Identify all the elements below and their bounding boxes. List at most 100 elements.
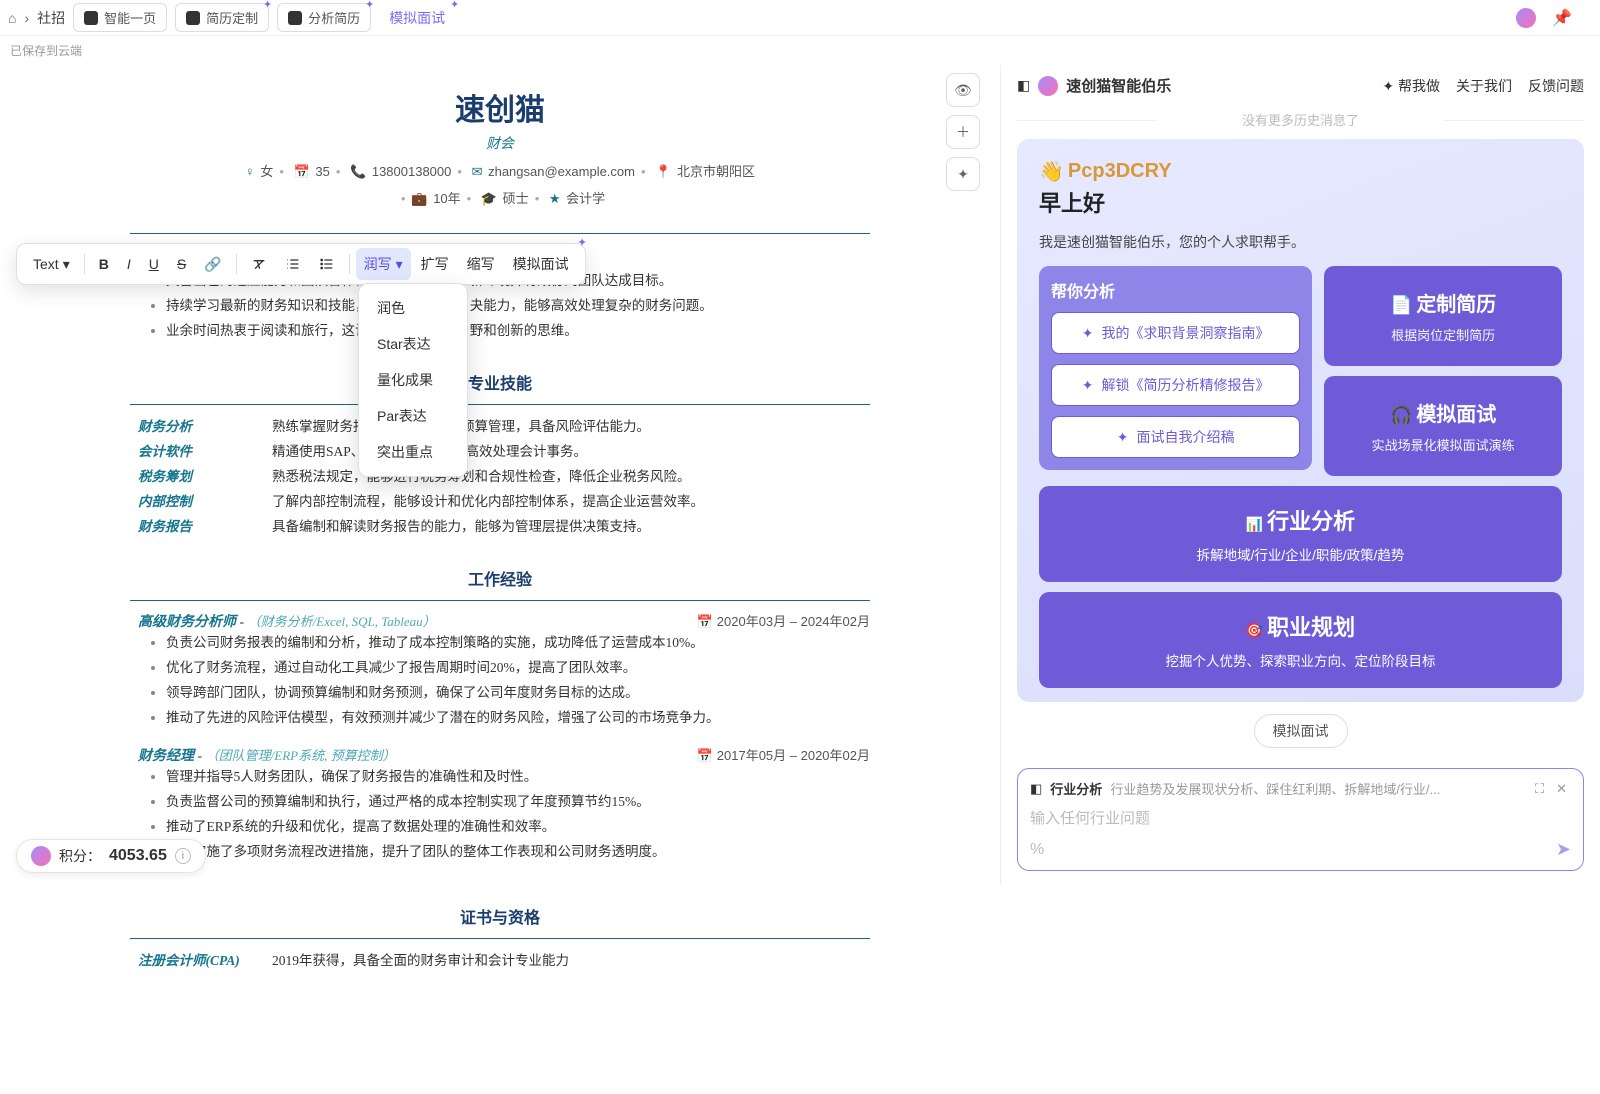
side-panel: ◧ 速创猫智能伯乐 ✦ 帮我做 关于我们 反馈问题 没有更多历史消息了 👋Pcp… xyxy=(1000,65,1600,885)
job-bullets[interactable]: 管理并指导5人财务团队，确保了财务报告的准确性和及时性。负责监督公司的预算编制和… xyxy=(130,765,870,865)
editor-column: 👁 ＋ ✦ 速创猫 财会 ♀ 女• 📅 35• 📞 13800138000• ✉… xyxy=(0,65,1000,885)
strike-button[interactable]: S xyxy=(169,250,194,278)
tab-smart-page[interactable]: 智能一页 xyxy=(73,3,167,32)
chevron-down-icon: ▾ xyxy=(396,256,403,273)
runxie-button[interactable]: 润写 ▾✦ xyxy=(356,248,411,280)
feedback-link[interactable]: 反馈问题 xyxy=(1528,76,1584,96)
greeting-subtitle: 我是速创猫智能伯乐，您的个人求职帮手。 xyxy=(1039,232,1562,252)
help-link[interactable]: ✦ 帮我做 xyxy=(1382,76,1440,96)
dropdown-item[interactable]: 突出重点 xyxy=(359,434,467,470)
suoxie-button[interactable]: 缩写 xyxy=(459,248,503,280)
phone-icon: 📞 xyxy=(350,164,366,179)
section-cert-title: 证书与资格 xyxy=(130,904,870,928)
kuoxie-button[interactable]: 扩写 xyxy=(413,248,457,280)
add-button[interactable]: ＋ xyxy=(946,115,980,149)
save-status: 已保存到云端 xyxy=(0,36,1600,65)
tab-custom-resume[interactable]: 简历定制✦ xyxy=(175,3,269,32)
skill-name: 财务分析 xyxy=(138,415,248,440)
panel-title: 速创猫智能伯乐 xyxy=(1066,75,1171,96)
chat-input[interactable] xyxy=(1030,806,1571,831)
link-button[interactable]: 🔗 xyxy=(196,250,229,279)
section-work-title: 工作经验 xyxy=(130,566,870,590)
breadcrumb-item[interactable]: 社招 xyxy=(37,8,65,28)
points-label: 积分： xyxy=(59,846,101,866)
close-icon[interactable]: ✕ xyxy=(1552,781,1571,797)
about-link[interactable]: 关于我们 xyxy=(1456,76,1512,96)
tag-icon: ◧ xyxy=(1030,781,1042,797)
preview-button[interactable]: 👁 xyxy=(946,73,980,107)
points-bar[interactable]: 积分： 4053.65 i xyxy=(16,839,206,873)
clear-format-button[interactable] xyxy=(243,250,275,278)
sparkle-icon: ✦ xyxy=(365,0,374,11)
skill-name: 内部控制 xyxy=(138,490,248,515)
job-header[interactable]: 高级财务分析师 - （财务分析/Excel, SQL, Tableau）📅202… xyxy=(138,611,870,631)
skill-row[interactable]: 财务报告具备编制和解读财务报告的能力，能够为管理层提供决策支持。 xyxy=(138,515,870,540)
history-hint: 没有更多历史消息了 xyxy=(1017,110,1584,129)
bullet-list-button[interactable] xyxy=(311,250,343,278)
floating-toolbar: Text ▾ B I U S 🔗 润写 ▾✦ 扩写 缩写 模拟面试✦ xyxy=(16,243,586,285)
industry-analysis-card[interactable]: 📊 行业分析 拆解地域/行业/企业/职能/政策/趋势 xyxy=(1039,486,1562,582)
job-bullet: 推动了ERP系统的升级和优化，提高了数据处理的准确性和效率。 xyxy=(166,815,870,840)
email-icon: ✉ xyxy=(472,164,483,179)
target-icon: 🎯 xyxy=(1246,622,1263,638)
resume-icon: 📄 xyxy=(1390,295,1412,315)
home-icon[interactable]: ⌂ xyxy=(8,10,16,26)
avatar-icon[interactable] xyxy=(1516,8,1536,28)
dropdown-item[interactable]: 量化成果 xyxy=(359,362,467,398)
star-icon: ★ xyxy=(549,191,561,206)
calendar-icon: 📅 xyxy=(697,614,713,629)
analyze-btn-2[interactable]: ✦ 解锁《简历分析精修报告》 xyxy=(1051,364,1300,406)
sparkle-icon: ✦ xyxy=(450,0,459,11)
mock-interview-button[interactable]: 模拟面试✦ xyxy=(505,248,577,280)
skill-row[interactable]: 内部控制了解内部控制流程，能够设计和优化内部控制体系，提高企业运营效率。 xyxy=(138,490,870,515)
bold-button[interactable]: B xyxy=(91,250,117,278)
ai-button[interactable]: ✦ xyxy=(946,157,980,191)
analyze-btn-1[interactable]: ✦ 我的《求职背景洞察指南》 xyxy=(1051,312,1300,354)
skill-name: 会计软件 xyxy=(138,440,248,465)
skill-name: 财务报告 xyxy=(138,515,248,540)
calendar-icon: 📅 xyxy=(697,748,713,763)
job-bullet: 成功实施了多项财务流程改进措施，提升了团队的整体工作表现和公司财务透明度。 xyxy=(166,840,870,865)
brand-logo-icon xyxy=(1038,76,1058,96)
skill-row[interactable]: 税务筹划熟悉税法规定，能够进行税务筹划和合规性检查，降低企业税务风险。 xyxy=(138,465,870,490)
italic-button[interactable]: I xyxy=(119,250,139,278)
career-planning-card[interactable]: 🎯 职业规划 挖掘个人优势、探索职业方向、定位阶段目标 xyxy=(1039,592,1562,688)
headset-icon: 🎧 xyxy=(1390,405,1412,425)
mock-interview-card[interactable]: 🎧 模拟面试 实战场景化模拟面试演练 xyxy=(1324,376,1562,476)
text-format-button[interactable]: Text ▾ xyxy=(25,250,78,279)
dropdown-item[interactable]: Par表达 xyxy=(359,398,467,434)
ordered-list-button[interactable] xyxy=(277,250,309,278)
location-icon: 📍 xyxy=(655,164,671,179)
points-value: 4053.65 xyxy=(109,847,167,865)
custom-resume-card[interactable]: 📄 定制简历 根据岗位定制简历 xyxy=(1324,266,1562,366)
expand-icon[interactable]: ⛶ xyxy=(1535,781,1544,797)
job-bullet: 领导跨部门团队，协调预算编制和财务预测，确保了公司年度财务目标的达成。 xyxy=(166,681,870,706)
input-desc: 行业趋势及发展现状分析、踩住红利期、拆解地域/行业/... xyxy=(1110,779,1527,798)
tab-analyze-resume[interactable]: 分析简历✦ xyxy=(277,3,371,32)
dropdown-item[interactable]: 润色 xyxy=(359,290,467,326)
skill-row[interactable]: 财务分析熟练掌握财务报表…成本控制和预算管理，具备风险评估能力。 xyxy=(138,415,870,440)
cert-name: 注册会计师(CPA) xyxy=(138,949,248,974)
input-tag: 行业分析 xyxy=(1050,779,1102,798)
tab-mock-interview[interactable]: 模拟面试✦ xyxy=(379,4,455,32)
analyze-card-title: 帮你分析 xyxy=(1051,278,1300,302)
resume-info-line-2: •💼 10年• 🎓 硕士• ★ 会计学 xyxy=(130,188,870,207)
dropdown-item[interactable]: Star表达 xyxy=(359,326,467,362)
job-bullets[interactable]: 负责公司财务报表的编制和分析，推动了成本控制策略的实施，成功降低了运营成本10%… xyxy=(130,631,870,731)
send-icon[interactable]: ➤ xyxy=(1556,839,1571,860)
info-icon[interactable]: i xyxy=(175,848,191,864)
points-logo-icon xyxy=(31,846,51,866)
pin-icon[interactable]: 📌 xyxy=(1552,8,1572,28)
sparkle-icon: ✦ xyxy=(263,0,272,11)
cert-row[interactable]: 注册会计师(CPA)2019年获得，具备全面的财务审计和会计专业能力 xyxy=(138,949,870,974)
underline-button[interactable]: U xyxy=(141,250,167,278)
job-header[interactable]: 财务经理 - （团队管理/ERP系统, 预算控制）📅2017年05月 – 202… xyxy=(138,745,870,765)
gender-icon: ♀ xyxy=(245,164,255,179)
skill-row[interactable]: 会计软件精通使用SAP、Ora…次件，能够高效处理会计事务。 xyxy=(138,440,870,465)
analyze-btn-3[interactable]: ✦ 面试自我介绍稿 xyxy=(1051,416,1300,458)
wave-icon: 👋 xyxy=(1039,159,1064,184)
resume-document[interactable]: 速创猫 财会 ♀ 女• 📅 35• 📞 13800138000• ✉ zhang… xyxy=(70,65,930,1094)
suggestion-chip[interactable]: 模拟面试 xyxy=(1254,714,1348,748)
calendar-icon: 📅 xyxy=(294,164,310,179)
skill-desc: 了解内部控制流程，能够设计和优化内部控制体系，提高企业运营效率。 xyxy=(272,490,704,515)
